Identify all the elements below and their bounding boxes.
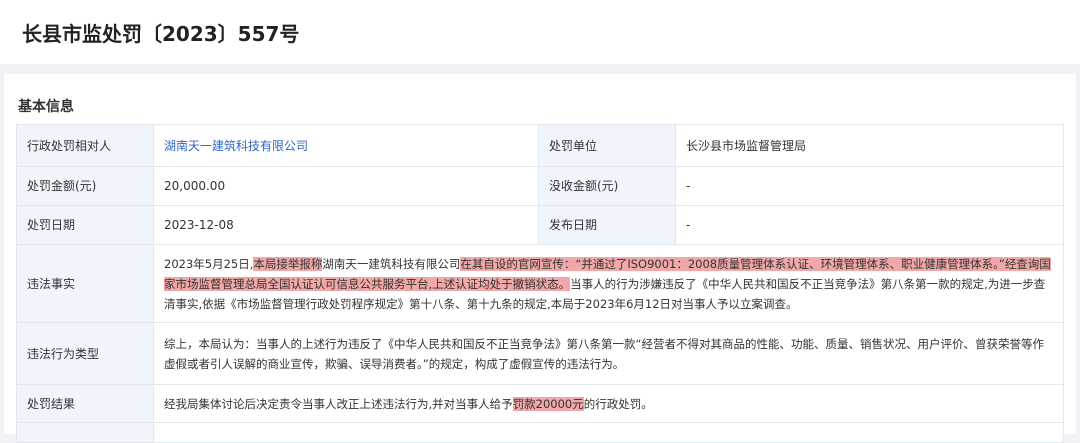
- table-row: 处罚日期 2023-12-08 发布日期 -: [16, 205, 1064, 245]
- party-value[interactable]: 湖南天一建筑科技有限公司: [153, 124, 539, 167]
- result-text-2: 的行政处罚。: [583, 396, 653, 411]
- violation-type-value: 综上，本局认为：当事人的上述行为违反了《中华人民共和国反不正当竞争法》第八条第一…: [153, 322, 1064, 385]
- unit-label: 处罚单位: [538, 124, 676, 167]
- facts-label: 违法事实: [16, 244, 154, 323]
- date-value: 2023-12-08: [153, 205, 539, 245]
- result-text-1: 经我局集体讨论后决定责令当事人改正上述违法行为,并对当事人给予: [164, 396, 513, 411]
- unit-value: 长沙县市场监督管理局: [675, 124, 1064, 167]
- table-row: 违法事实 2023年5月25日,本局接举报称湖南天一建筑科技有限公司在其自设的官…: [16, 244, 1064, 323]
- confiscation-value: -: [675, 166, 1064, 206]
- section-title: 基本信息: [18, 99, 74, 115]
- facts-value: 2023年5月25日,本局接举报称湖南天一建筑科技有限公司在其自设的官网宣传：“…: [153, 244, 1064, 323]
- fine-label: 处罚金额(元): [16, 166, 154, 206]
- table-row: 行政处罚相对人 湖南天一建筑科技有限公司 处罚单位 长沙县市场监督管理局: [16, 124, 1064, 167]
- confiscation-label: 没收金额(元): [538, 166, 676, 206]
- table-row: 违法行为类型 综上，本局认为：当事人的上述行为违反了《中华人民共和国反不正当竞争…: [16, 322, 1064, 385]
- facts-text-1: 2023年5月25日,: [164, 256, 254, 271]
- table-row: [16, 422, 1064, 443]
- title-bar: 长县市监处罚〔2023〕557号: [0, 0, 1080, 64]
- basic-info-table: 行政处罚相对人 湖南天一建筑科技有限公司 处罚单位 长沙县市场监督管理局 处罚金…: [16, 124, 1064, 443]
- facts-text-2: 湖南天一建筑科技有限公司: [322, 256, 461, 271]
- party-link[interactable]: 湖南天一建筑科技有限公司: [164, 139, 308, 153]
- date-label: 处罚日期: [16, 205, 154, 245]
- result-value: 经我局集体讨论后决定责令当事人改正上述违法行为,并对当事人给予罚款20000元的…: [153, 384, 1064, 423]
- table-row: 处罚结果 经我局集体讨论后决定责令当事人改正上述违法行为,并对当事人给予罚款20…: [16, 384, 1064, 423]
- party-label: 行政处罚相对人: [16, 124, 154, 167]
- facts-highlight-2: 在其自设的官网宣传：“并通过了ISO9001：2008质量管理体系认证、环境管理…: [460, 256, 1005, 271]
- violation-type-label: 违法行为类型: [16, 322, 154, 385]
- publish-label: 发布日期: [538, 205, 676, 245]
- result-highlight: 罚款20000元: [512, 396, 584, 411]
- facts-highlight-1: 本局接举报称: [253, 256, 323, 271]
- result-label: 处罚结果: [16, 384, 154, 423]
- fine-value: 20,000.00: [153, 166, 539, 206]
- table-row: 处罚金额(元) 20,000.00 没收金额(元) -: [16, 166, 1064, 206]
- publish-value: -: [675, 205, 1064, 245]
- page-title: 长县市监处罚〔2023〕557号: [22, 22, 300, 46]
